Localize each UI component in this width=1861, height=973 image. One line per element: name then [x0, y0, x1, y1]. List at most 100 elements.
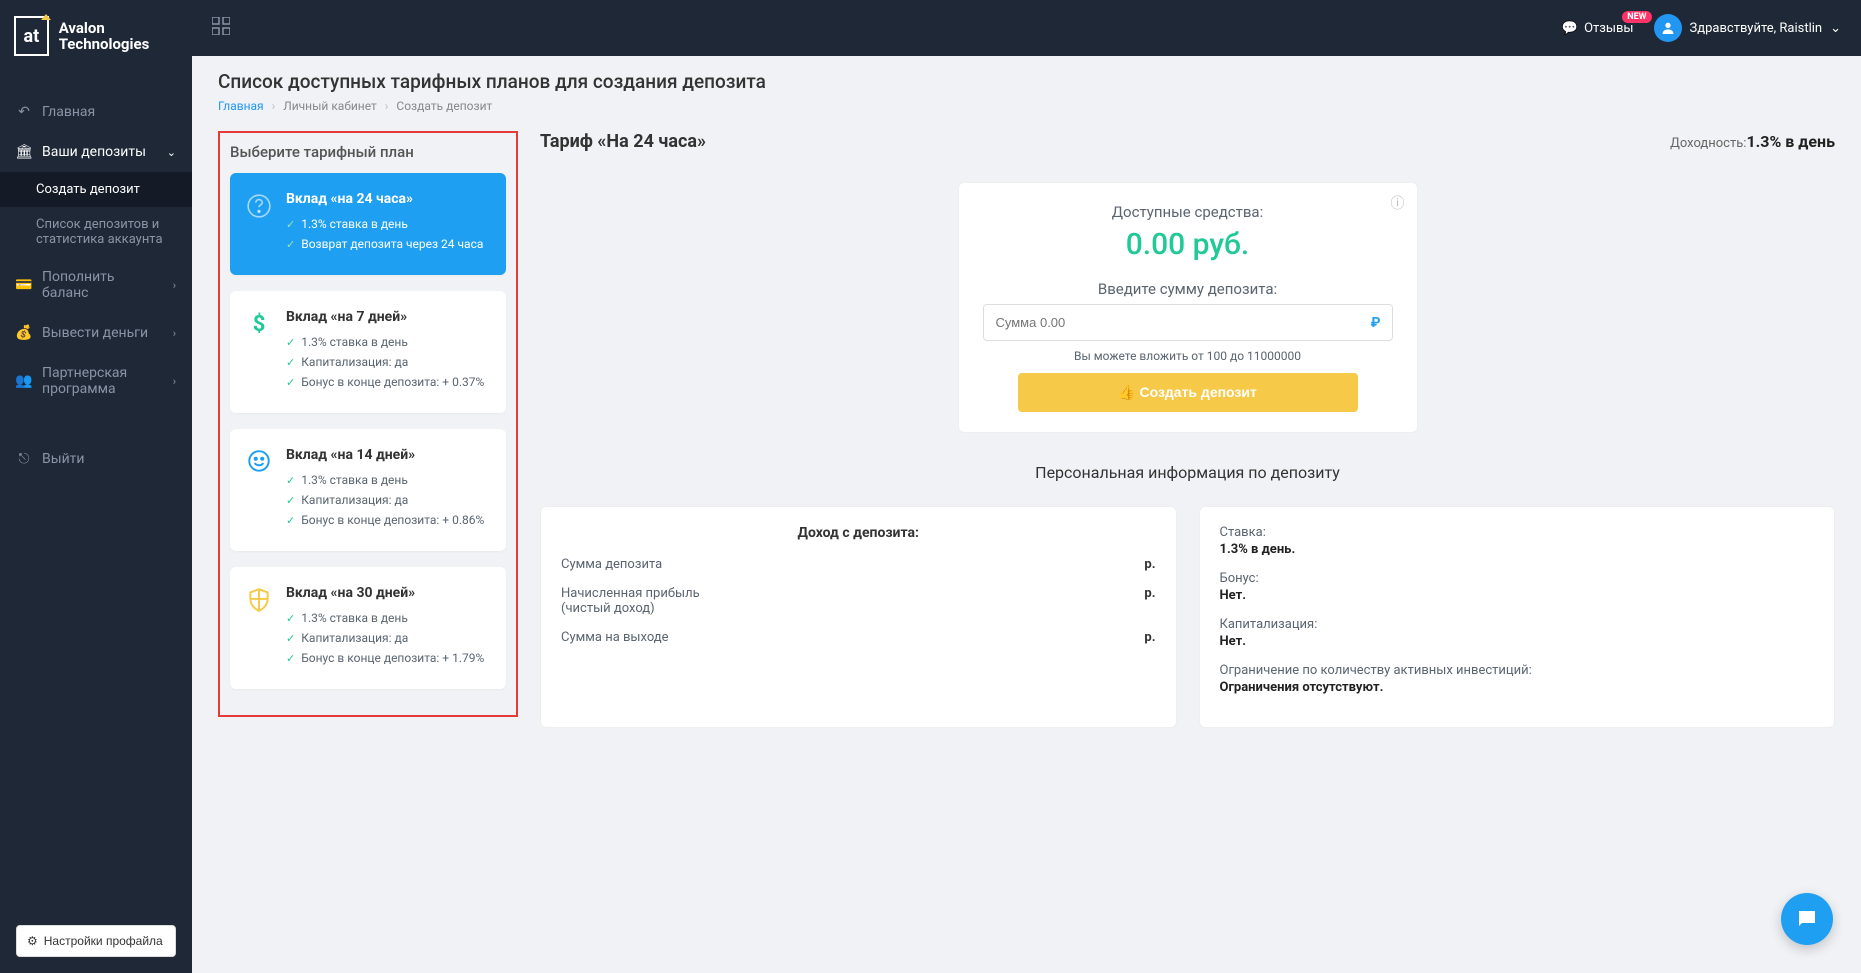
breadcrumb-current: Создать депозит — [396, 99, 492, 113]
tariff-feature: 1.3% ставка в день — [301, 335, 408, 349]
breadcrumb-lk: Личный кабинет — [283, 99, 377, 113]
chevron-down-icon: ⌄ — [167, 146, 176, 159]
params-card: Ставка:1.3% в день. Бонус:Нет. Капитализ… — [1199, 506, 1836, 728]
user-menu[interactable]: Здравствуйте, Raistlin ⌄ — [1654, 14, 1841, 42]
tariff-feature: Возврат депозита через 24 часа — [301, 237, 483, 251]
create-deposit-label: Создать депозит — [1139, 384, 1256, 400]
wallet-plus-icon: 💳 — [16, 277, 32, 293]
sidebar-item-label: Пополнить баланс — [42, 269, 163, 301]
breadcrumb-sep-icon: › — [272, 99, 276, 113]
tariff-title: Вклад «на 24 часа» — [286, 191, 483, 207]
income-row: Сумма на выходе р. — [561, 630, 1156, 645]
income-row-value: р. — [1144, 586, 1155, 616]
tariff-card-7d[interactable]: $ Вклад «на 7 дней» ✓1.3% ставка в день … — [230, 291, 506, 413]
tariff-card-24h[interactable]: Вклад «на 24 часа» ✓1.3% ставка в день ✓… — [230, 173, 506, 275]
tariff-feature: Капитализация: да — [301, 493, 408, 507]
chevron-right-icon: › — [173, 279, 176, 292]
sidebar: at Avalon Technologies ↶ Главная 🏛 Ваши … — [0, 0, 192, 973]
info-icon[interactable]: ⓘ — [1391, 193, 1405, 213]
brand-logo-icon: at — [14, 16, 49, 56]
income-card-title: Доход с депозита: — [561, 525, 1156, 541]
sidebar-item-topup[interactable]: 💳 Пополнить баланс › — [0, 257, 192, 313]
gear-icon: ⚙ — [27, 934, 38, 948]
sidebar-item-deposits[interactable]: 🏛 Ваши депозиты ⌄ — [0, 132, 192, 172]
enter-amount-label: Введите сумму депозита: — [983, 280, 1393, 298]
tariff-card-30d[interactable]: Вклад «на 30 дней» ✓1.3% ставка в день ✓… — [230, 567, 506, 689]
settings-label: Настройки профайла — [44, 934, 163, 948]
yield-value: 1.3% в день — [1746, 132, 1835, 151]
tariff-feature: 1.3% ставка в день — [301, 473, 408, 487]
income-row-label: Начисленная прибыль (чистый доход) — [561, 586, 741, 616]
sidebar-sub-create-deposit[interactable]: Создать депозит — [0, 172, 192, 207]
sidebar-item-logout[interactable]: ⎋ Выйти — [0, 439, 192, 479]
sidebar-item-home[interactable]: ↶ Главная — [0, 92, 192, 132]
tariff-feature: Бонус в конце депозита: + 1.79% — [301, 651, 484, 665]
chevron-right-icon: › — [173, 327, 176, 340]
sidebar-item-label: Главная — [42, 104, 95, 120]
new-badge: NEW — [1622, 11, 1651, 23]
back-arrow-icon: ↶ — [16, 104, 32, 120]
chat-icon: 💬 — [1562, 21, 1578, 36]
settings-profile-button[interactable]: ⚙ Настройки профайла — [16, 925, 176, 957]
tariff-panel-heading: Выберите тарифный план — [230, 143, 506, 161]
tariff-feature: Капитализация: да — [301, 631, 408, 645]
smile-chat-icon — [244, 447, 274, 477]
brand-name: Avalon Technologies — [59, 20, 178, 53]
avatar-icon — [1654, 14, 1682, 42]
apps-grid-icon[interactable] — [212, 17, 230, 39]
reviews-label: Отзывы — [1584, 21, 1633, 36]
page-title: Список доступных тарифных планов для соз… — [218, 70, 1835, 93]
limit-label: Ограничение по количеству активных инвес… — [1220, 663, 1532, 678]
partners-icon: 👥 — [16, 373, 32, 389]
income-row-label: Сумма на выходе — [561, 630, 669, 645]
reviews-link[interactable]: 💬 Отзывы NEW — [1562, 21, 1634, 36]
topbar: 💬 Отзывы NEW Здравствуйте, Raistlin ⌄ — [192, 0, 1861, 56]
available-balance: 0.00 руб. — [983, 227, 1393, 262]
sidebar-item-label: Ваши депозиты — [42, 144, 146, 160]
available-funds-label: Доступные средства: — [983, 203, 1393, 221]
yield-label: Доходность:1.3% в день — [1670, 132, 1835, 151]
chat-fab-button[interactable] — [1781, 893, 1833, 945]
breadcrumb-sep-icon: › — [385, 99, 389, 113]
check-icon: ✓ — [286, 336, 295, 349]
brand[interactable]: at Avalon Technologies — [0, 0, 192, 72]
breadcrumb: Главная › Личный кабинет › Создать депоз… — [218, 99, 1835, 113]
income-row: Начисленная прибыль (чистый доход) р. — [561, 586, 1156, 616]
check-icon: ✓ — [286, 218, 295, 231]
deposit-config-panel: Тариф «На 24 часа» Доходность:1.3% в ден… — [540, 131, 1835, 728]
selected-tariff-name: Тариф «На 24 часа» — [540, 131, 706, 152]
user-greeting: Здравствуйте, Raistlin — [1690, 21, 1823, 36]
chevron-right-icon: › — [173, 375, 176, 388]
yield-text: Доходность: — [1670, 136, 1746, 151]
sidebar-item-label: Выйти — [42, 451, 85, 467]
bonus-label: Бонус: — [1220, 571, 1259, 586]
income-row-label: Сумма депозита — [561, 557, 662, 572]
check-icon: ✓ — [286, 376, 295, 389]
tariff-card-14d[interactable]: Вклад «на 14 дней» ✓1.3% ставка в день ✓… — [230, 429, 506, 551]
breadcrumb-home[interactable]: Главная — [218, 99, 264, 113]
tariff-feature: 1.3% ставка в день — [301, 217, 408, 231]
deposit-range-hint: Вы можете вложить от 100 до 11000000 — [983, 349, 1393, 363]
sidebar-deposits-submenu: Создать депозит Список депозитов и стати… — [0, 172, 192, 257]
cap-label: Капитализация: — [1220, 617, 1318, 632]
sidebar-item-withdraw[interactable]: 💰 Вывести деньги › — [0, 313, 192, 353]
check-icon: ✓ — [286, 356, 295, 369]
cap-value: Нет. — [1220, 634, 1815, 649]
wallet-minus-icon: 💰 — [16, 325, 32, 341]
create-deposit-button[interactable]: 👍 Создать депозит — [1018, 373, 1358, 412]
income-row-value: р. — [1144, 630, 1155, 645]
thumbs-up-icon: 👍 — [1118, 384, 1135, 400]
tariff-list-panel: Выберите тарифный план Вклад «на 24 часа… — [218, 131, 518, 717]
sidebar-sub-deposit-list[interactable]: Список депозитов и статистика аккаунта — [0, 207, 192, 257]
bonus-value: Нет. — [1220, 588, 1815, 603]
tariff-title: Вклад «на 7 дней» — [286, 309, 484, 325]
deposit-amount-input[interactable] — [983, 304, 1393, 341]
sidebar-item-partner[interactable]: 👥 Партнерская программа › — [0, 353, 192, 409]
income-row-value: р. — [1144, 557, 1155, 572]
check-icon: ✓ — [286, 474, 295, 487]
tariff-title: Вклад «на 14 дней» — [286, 447, 484, 463]
limit-value: Ограничения отсутствуют. — [1220, 680, 1815, 695]
check-icon: ✓ — [286, 632, 295, 645]
tariff-feature: Бонус в конце депозита: + 0.37% — [301, 375, 484, 389]
income-card: Доход с депозита: Сумма депозита р. Начи… — [540, 506, 1177, 728]
